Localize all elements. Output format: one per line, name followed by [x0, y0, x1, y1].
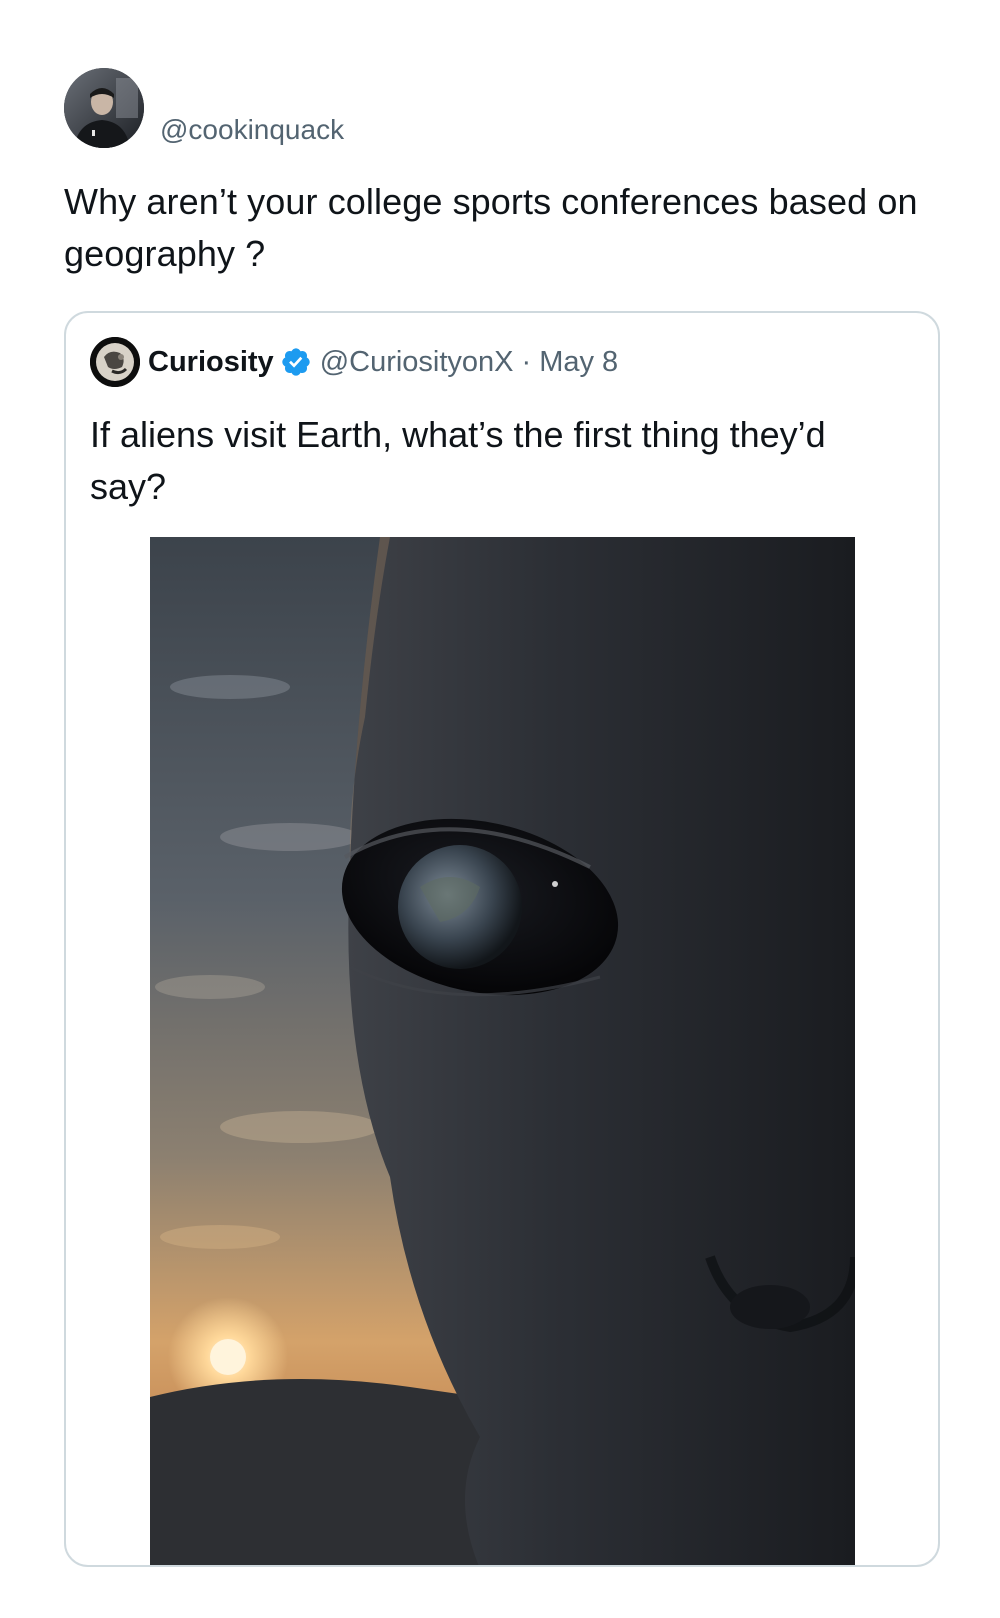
quote-header: Curiosity @CuriosityonX · May 8 — [90, 337, 618, 387]
separator-dot: · — [521, 345, 532, 378]
curiosity-logo-icon — [90, 337, 140, 387]
alien-eye-photo — [150, 537, 855, 1565]
quote-text: If aliens visit Earth, what’s the first … — [90, 414, 826, 507]
quote-author-name[interactable]: Curiosity — [148, 346, 274, 379]
author-handle[interactable]: @cookinquack — [160, 114, 344, 146]
tweet-text: Why aren’t your college sports conferenc… — [64, 181, 918, 274]
author-row: @cookinquack — [64, 68, 944, 148]
tweet: @cookinquack Why aren’t your college spo… — [64, 68, 944, 280]
quoted-tweet-card[interactable]: Curiosity @CuriosityonX · May 8 If alien… — [64, 311, 940, 1567]
avatar[interactable] — [64, 68, 144, 148]
quote-avatar[interactable] — [90, 337, 140, 387]
verified-badge-icon — [280, 346, 312, 378]
quote-media-image[interactable] — [150, 537, 855, 1565]
quote-author-handle[interactable]: @CuriosityonX — [320, 346, 514, 379]
avatar-image — [64, 68, 144, 148]
quote-date[interactable]: May 8 — [539, 346, 618, 379]
